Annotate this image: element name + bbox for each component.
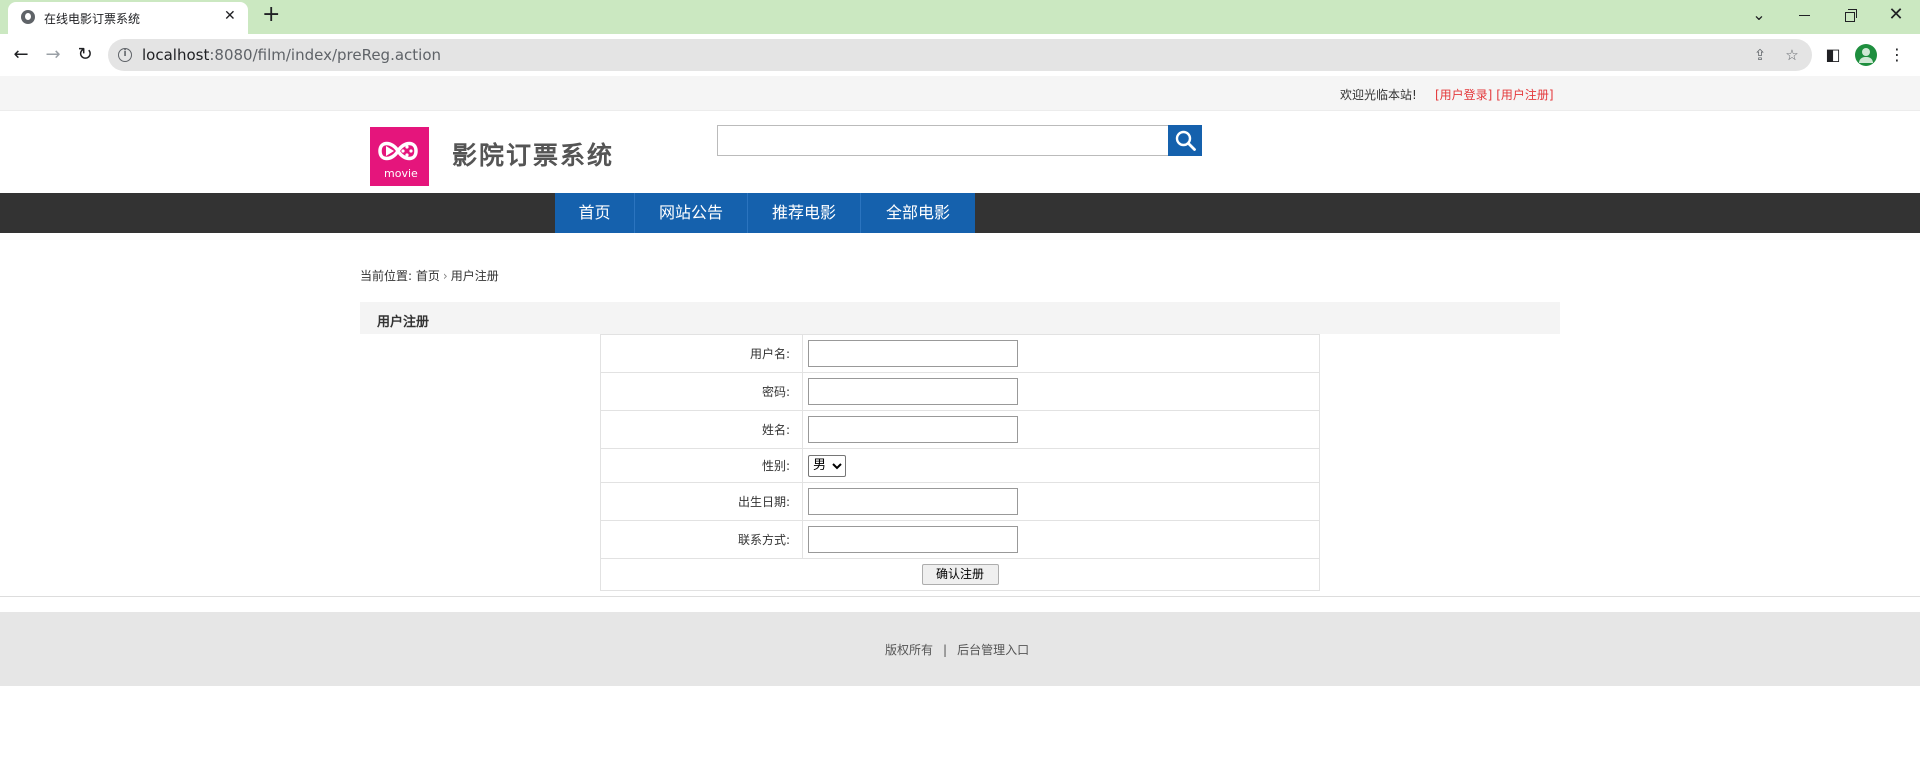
contact-input[interactable]	[808, 526, 1018, 553]
username-input[interactable]	[808, 340, 1018, 367]
profile-avatar-icon[interactable]	[1855, 44, 1877, 66]
login-links: [用户登录] [用户注册]	[1435, 86, 1554, 103]
name-input[interactable]	[808, 416, 1018, 443]
password-label: 密码:	[600, 372, 803, 411]
user-register-link[interactable]: [用户注册]	[1496, 88, 1553, 102]
form-row-sex: 性别: 男	[600, 448, 1320, 483]
site-logo[interactable]: movie	[370, 127, 429, 186]
panel-title: 用户注册	[377, 315, 430, 330]
new-tab-button[interactable]: +	[262, 4, 280, 26]
nav-item-announcements[interactable]: 网站公告	[635, 193, 748, 233]
name-label: 姓名:	[600, 410, 803, 449]
form-row-contact: 联系方式:	[600, 520, 1320, 559]
password-input[interactable]	[808, 378, 1018, 405]
address-bar[interactable]: i localhost:8080/film/index/preReg.actio…	[108, 39, 1812, 71]
panel-header: 用户注册	[360, 302, 1560, 334]
username-label: 用户名:	[600, 334, 803, 373]
sex-label: 性别:	[600, 448, 803, 483]
web-page: 欢迎光临本站! [用户登录] [用户注册] movie 影院订票系统 首页 网站…	[0, 76, 1920, 782]
birthday-input[interactable]	[808, 488, 1018, 515]
copyright-text: 版权所有	[885, 643, 934, 657]
browser-toolbar: ← → ↻ i localhost:8080/film/index/preReg…	[0, 34, 1920, 76]
form-row-name: 姓名:	[600, 410, 1320, 449]
side-panel-icon[interactable]: ◧	[1824, 46, 1842, 64]
share-icon[interactable]: ⇪	[1751, 46, 1769, 64]
nav-item-recommended[interactable]: 推荐电影	[748, 193, 861, 233]
form-row-birthday: 出生日期:	[600, 482, 1320, 521]
admin-entry-link[interactable]: 后台管理入口	[957, 643, 1029, 657]
reload-icon[interactable]: ↻	[74, 44, 96, 66]
top-login-bar: 欢迎光临本站! [用户登录] [用户注册]	[0, 76, 1920, 111]
breadcrumb-home-link[interactable]: 首页	[416, 269, 440, 283]
breadcrumb-current: 用户注册	[450, 269, 499, 283]
site-header: movie 影院订票系统	[0, 111, 1920, 193]
footer-links: 版权所有 | 后台管理入口	[885, 641, 1029, 658]
search-button[interactable]	[1168, 125, 1202, 156]
kebab-menu-icon[interactable]: ⋮	[1888, 46, 1906, 64]
minimize-icon[interactable]	[1795, 5, 1815, 25]
search-icon	[1175, 130, 1196, 151]
nav-item-all-movies[interactable]: 全部电影	[861, 193, 975, 233]
site-info-icon[interactable]: i	[118, 48, 132, 62]
welcome-text: 欢迎光临本站!	[1340, 88, 1417, 102]
footer-separator: |	[943, 643, 948, 657]
tab-search-chevron-icon[interactable]: ⌄	[1749, 5, 1769, 25]
form-row-username: 用户名:	[600, 334, 1320, 373]
forward-arrow-icon[interactable]: →	[42, 44, 64, 66]
logo-text: movie	[384, 167, 418, 180]
registration-form: 用户名: 密码: 姓名: 性别: 男 出生日期: 联系方式: 确认注册	[600, 334, 1320, 591]
birthday-label: 出生日期:	[600, 482, 803, 521]
form-row-password: 密码:	[600, 372, 1320, 411]
form-row-submit: 确认注册	[600, 558, 1320, 591]
breadcrumb-separator: ›	[442, 269, 448, 283]
globe-icon	[21, 10, 35, 24]
url-text[interactable]: localhost:8080/film/index/preReg.action	[142, 46, 441, 64]
browser-tab-strip: 在线电影订票系统 ✕ + ⌄ ✕	[0, 0, 1920, 34]
main-nav: 首页 网站公告 推荐电影 全部电影	[0, 193, 1920, 233]
bookmark-star-icon[interactable]: ☆	[1783, 46, 1801, 64]
tab-title: 在线电影订票系统	[44, 12, 141, 26]
close-tab-icon[interactable]: ✕	[224, 8, 236, 24]
site-footer: 版权所有 | 后台管理入口	[0, 612, 1920, 686]
site-title: 影院订票系统	[452, 141, 615, 170]
sex-select[interactable]: 男	[808, 454, 846, 477]
restore-icon[interactable]	[1841, 5, 1861, 25]
user-login-link[interactable]: [用户登录]	[1435, 88, 1492, 102]
footer-divider	[0, 596, 1920, 597]
breadcrumb-prefix: 当前位置:	[360, 269, 413, 283]
search-input[interactable]	[717, 125, 1169, 156]
browser-tab[interactable]: 在线电影订票系统 ✕	[8, 2, 248, 34]
back-arrow-icon[interactable]: ←	[10, 44, 32, 66]
breadcrumb: 当前位置: 首页 › 用户注册	[360, 267, 499, 284]
confirm-register-button[interactable]: 确认注册	[921, 564, 999, 585]
contact-label: 联系方式:	[600, 520, 803, 559]
close-window-icon[interactable]: ✕	[1886, 5, 1906, 25]
nav-item-home[interactable]: 首页	[555, 193, 635, 233]
